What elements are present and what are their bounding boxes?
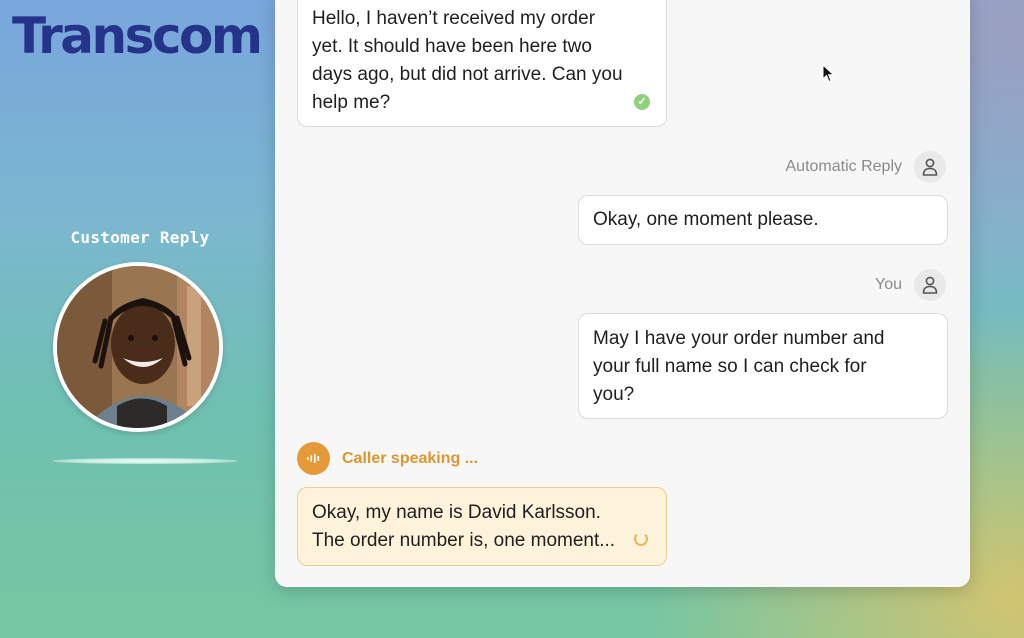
sender-label-you: You [875,276,902,293]
caller-speaking-status: Caller speaking ... [342,450,479,467]
mouse-cursor-icon [822,64,835,83]
loading-spinner-icon [634,532,648,546]
message-line: days ago, but did not arrive. Can you [312,64,623,85]
message-line: Okay, one moment please. [593,209,819,230]
agent-message-bubble: Okay, one moment please. [578,195,948,245]
message-line: your full name so I can check for [593,356,867,377]
customer-avatar [53,262,223,432]
audio-waveform [52,458,238,464]
user-icon [914,151,946,183]
message-line: Hello, I haven’t received my order [312,8,596,29]
customer-photo [57,266,219,428]
message-line: you? [593,384,635,405]
message-line: yet. It should have been here two [312,36,592,57]
message-line: The order number is, one moment... [312,530,616,551]
audio-bars-icon [297,442,330,475]
message-line: May I have your order number and [593,328,885,349]
sender-label-automatic: Automatic Reply [785,158,903,175]
message-line: help me? [312,92,391,113]
customer-message-bubble: Hello, I haven’t received my order yet. … [297,0,667,127]
live-transcript-bubble: Okay, my name is David Karlsson. The ord… [297,487,667,566]
agent-message-bubble: May I have your order number and your fu… [578,313,948,419]
customer-reply-label: Customer Reply [70,228,210,247]
transcom-logo: Transcom [12,7,263,65]
message-line: Okay, my name is David Karlsson. [312,502,601,523]
user-icon [914,269,946,301]
check-icon: ✓ [634,94,650,110]
